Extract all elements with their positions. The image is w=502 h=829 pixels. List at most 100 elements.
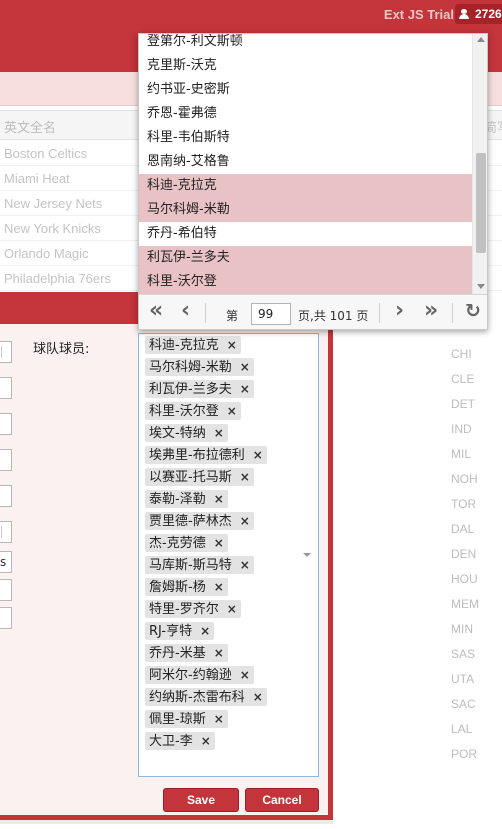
player-tag[interactable]: 马库斯-斯马特 × — [145, 556, 254, 574]
player-tag[interactable]: 科迪-克拉克 × — [145, 336, 241, 354]
remove-tag-icon[interactable]: × — [240, 556, 250, 574]
number-field[interactable] — [0, 341, 12, 363]
user-count: 2726 — [475, 7, 502, 21]
text-field[interactable] — [0, 579, 12, 601]
list-item[interactable]: 登第尔-利文斯顿 — [139, 34, 472, 54]
list-item-selected[interactable]: 马尔科姆-米勒 — [139, 198, 472, 222]
team-name: Philadelphia 76ers — [4, 271, 111, 286]
first-page-icon[interactable]: « — [149, 300, 163, 324]
players-field-label: 球队球员: — [33, 342, 90, 357]
team-code: CHI — [451, 347, 472, 361]
column-header-full-name[interactable]: 英文全名 — [4, 117, 56, 136]
list-item-selected[interactable]: 科里-沃尔登 — [139, 270, 472, 294]
player-tag[interactable]: 詹姆斯-杨 × — [145, 578, 228, 596]
team-code: SAS — [451, 647, 476, 661]
text-field[interactable] — [0, 377, 12, 399]
player-tag[interactable]: 大卫-李 × — [145, 732, 215, 750]
number-field[interactable] — [0, 521, 12, 543]
page-prefix: 第 — [226, 309, 239, 323]
player-tag[interactable]: 杰-克劳德 × — [145, 534, 228, 552]
scroll-up-icon[interactable] — [477, 37, 485, 42]
remove-tag-icon[interactable]: × — [201, 732, 211, 750]
team-code: CLE — [451, 372, 475, 386]
text-field[interactable] — [0, 413, 12, 435]
dropdown-trigger-icon[interactable] — [303, 553, 311, 557]
remove-tag-icon[interactable]: × — [253, 446, 263, 464]
team-name: Orlando Magic — [4, 246, 89, 261]
player-tag[interactable]: 佩里-琼斯 × — [145, 710, 228, 728]
player-tag[interactable]: 阿米尔-约翰逊 × — [145, 666, 254, 684]
team-code: TOR — [451, 497, 477, 511]
team-code: MEM — [451, 597, 479, 611]
scroll-down-icon[interactable] — [477, 284, 485, 289]
list-item-selected[interactable]: 利瓦伊-兰多夫 — [139, 246, 472, 270]
scrollbar-thumb[interactable] — [476, 153, 486, 253]
player-tag[interactable]: 科里-沃尔登 × — [145, 402, 241, 420]
pagination-toolbar: « ‹ 第 99 页,共 101 页 › » ↻ — [139, 294, 487, 329]
prev-page-icon[interactable]: ‹ — [181, 300, 190, 324]
picker-list[interactable]: 登第尔-利文斯顿 克里斯-沃克 约书亚-史密斯 乔恩-霍弗德 科里-韦伯斯特 恩… — [139, 34, 472, 294]
player-tag[interactable]: 埃弗里-布拉德利 × — [145, 446, 267, 464]
list-item[interactable]: 乔丹-希伯特 — [139, 222, 472, 246]
cancel-button[interactable]: Cancel — [245, 788, 319, 812]
team-name: Miami Heat — [4, 171, 70, 186]
player-tag[interactable]: 泰勒-泽勒 × — [145, 490, 228, 508]
team-code: DEN — [451, 547, 477, 561]
next-page-icon[interactable]: › — [395, 300, 404, 324]
team-code: DAL — [451, 522, 475, 536]
team-name: New Jersey Nets — [4, 196, 103, 211]
remove-tag-icon[interactable]: × — [214, 490, 224, 508]
separator — [452, 303, 453, 323]
players-tagfield[interactable]: 科迪-克拉克 × 马尔科姆-米勒 × 利瓦伊-兰多夫 × 科里-沃尔登 × 埃文-特纳 ×… — [138, 333, 319, 777]
player-tag[interactable]: 约纳斯-杰雷布科 × — [145, 688, 267, 706]
remove-tag-icon[interactable]: × — [214, 578, 224, 596]
team-code: UTA — [451, 672, 475, 686]
remove-tag-icon[interactable]: × — [240, 468, 250, 486]
player-tag[interactable]: 埃文-特纳 × — [145, 424, 228, 442]
save-button[interactable]: Save — [163, 788, 239, 812]
list-item[interactable]: 恩南纳-艾格鲁 — [139, 150, 472, 174]
remove-tag-icon[interactable]: × — [227, 600, 237, 618]
remove-tag-icon[interactable]: × — [214, 424, 224, 442]
page-number-input[interactable]: 99 — [251, 303, 291, 325]
player-tag[interactable]: 利瓦伊-兰多夫 × — [145, 380, 254, 398]
player-tag[interactable]: 特里-罗齐尔 × — [145, 600, 241, 618]
remove-tag-icon[interactable]: × — [240, 358, 250, 376]
remove-tag-icon[interactable]: × — [253, 688, 263, 706]
list-item[interactable]: 约书亚-史密斯 — [139, 78, 472, 102]
remove-tag-icon[interactable]: × — [214, 644, 224, 662]
refresh-icon[interactable]: ↻ — [465, 300, 481, 324]
user-badge[interactable]: 2726 — [455, 4, 502, 24]
text-field[interactable] — [0, 485, 12, 507]
player-tag[interactable]: 贾里德-萨林杰 × — [145, 512, 254, 530]
list-item-selected[interactable]: 科迪-克拉克 — [139, 174, 472, 198]
last-page-icon[interactable]: » — [424, 300, 438, 324]
remove-tag-icon[interactable]: × — [240, 380, 250, 398]
page-total: 页,共 101 页 — [298, 309, 369, 323]
window-shadow — [0, 820, 333, 824]
team-code: SAC — [451, 697, 476, 711]
remove-tag-icon[interactable]: × — [214, 710, 224, 728]
team-code: LAL — [451, 722, 473, 736]
text-field[interactable] — [0, 449, 12, 471]
text-field[interactable] — [0, 607, 12, 629]
separator — [379, 303, 380, 323]
remove-tag-icon[interactable]: × — [214, 534, 224, 552]
list-item[interactable]: 乔恩-霍弗德 — [139, 102, 472, 126]
remove-tag-icon[interactable]: × — [240, 666, 250, 684]
picker-scrollbar[interactable] — [472, 34, 487, 294]
player-tag[interactable]: RJ-亨特 × — [145, 622, 215, 640]
remove-tag-icon[interactable]: × — [227, 336, 237, 354]
field-value: s — [0, 555, 7, 569]
remove-tag-icon[interactable]: × — [240, 512, 250, 530]
list-item[interactable]: 科里-韦伯斯特 — [139, 126, 472, 150]
player-tag[interactable]: 以赛亚-托马斯 × — [145, 468, 254, 486]
list-item[interactable]: 克里斯-沃克 — [139, 54, 472, 78]
player-picker[interactable]: 登第尔-利文斯顿 克里斯-沃克 约书亚-史密斯 乔恩-霍弗德 科里-韦伯斯特 恩… — [138, 33, 488, 330]
player-tag[interactable]: 乔丹-米基 × — [145, 644, 228, 662]
trial-label: Ext JS Trial — [383, 7, 454, 22]
player-tag[interactable]: 马尔科姆-米勒 × — [145, 358, 254, 376]
remove-tag-icon[interactable]: × — [200, 622, 210, 640]
user-icon — [459, 9, 469, 19]
remove-tag-icon[interactable]: × — [227, 402, 237, 420]
